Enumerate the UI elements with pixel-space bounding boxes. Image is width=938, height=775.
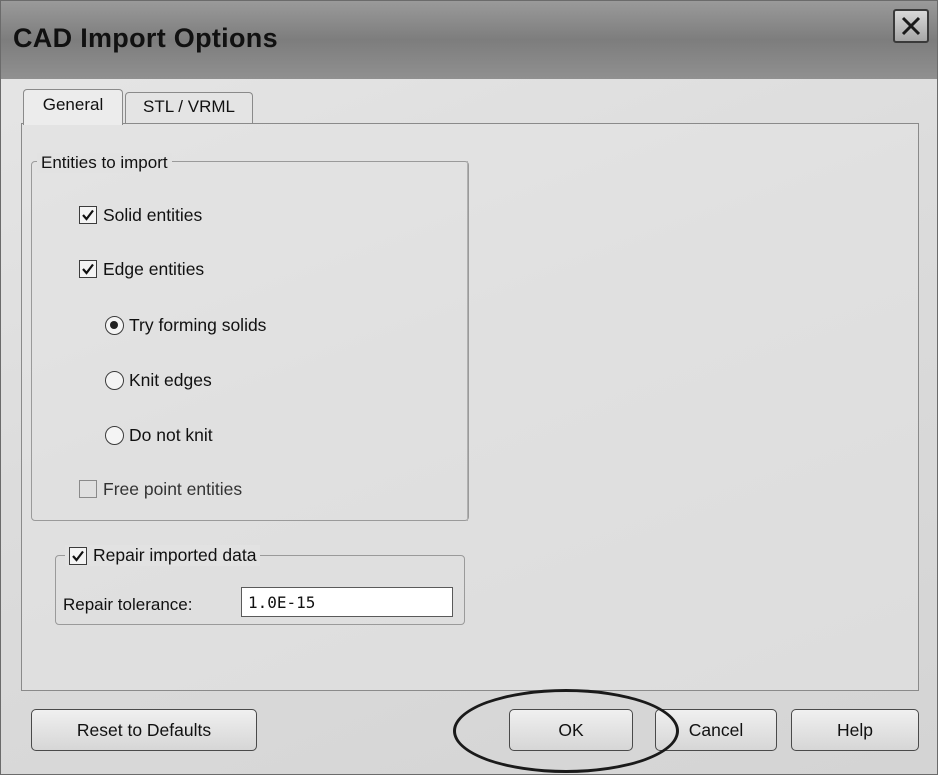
window-title: CAD Import Options bbox=[13, 23, 278, 53]
try-forming-solids-option[interactable]: Try forming solids bbox=[105, 311, 266, 339]
repair-imported-data-label: Repair imported data bbox=[93, 545, 257, 565]
checkmark-icon bbox=[82, 263, 94, 275]
repair-imported-data-option[interactable]: Repair imported data bbox=[65, 545, 261, 566]
edge-entities-option[interactable]: Edge entities bbox=[79, 255, 204, 283]
try-forming-solids-radio[interactable] bbox=[105, 315, 124, 335]
entities-group-legend: Entities to import bbox=[37, 153, 172, 173]
repair-tolerance-label: Repair tolerance: bbox=[63, 595, 193, 614]
close-icon bbox=[901, 16, 921, 36]
ok-button[interactable]: OK bbox=[509, 709, 633, 751]
free-point-entities-checkbox[interactable] bbox=[79, 480, 97, 498]
solid-entities-checkbox[interactable] bbox=[79, 206, 97, 224]
do-not-knit-radio[interactable] bbox=[105, 425, 124, 445]
do-not-knit-label: Do not knit bbox=[129, 424, 213, 445]
solid-entities-label: Solid entities bbox=[103, 204, 203, 225]
reset-to-defaults-button[interactable]: Reset to Defaults bbox=[31, 709, 257, 751]
repair-tolerance-input[interactable] bbox=[241, 587, 453, 617]
tab-stl-vrml[interactable]: STL / VRML bbox=[125, 92, 253, 123]
try-forming-solids-label: Try forming solids bbox=[129, 314, 267, 335]
group-divider bbox=[467, 161, 468, 521]
close-button[interactable] bbox=[893, 9, 929, 43]
edge-entities-checkbox[interactable] bbox=[79, 260, 97, 278]
free-point-entities-option[interactable]: Free point entities bbox=[79, 475, 242, 503]
solid-entities-option[interactable]: Solid entities bbox=[79, 201, 202, 229]
help-button[interactable]: Help bbox=[791, 709, 919, 751]
edge-entities-label: Edge entities bbox=[103, 258, 205, 279]
checkmark-icon bbox=[72, 550, 84, 562]
title-bar[interactable]: CAD Import Options bbox=[1, 1, 937, 79]
checkmark-icon bbox=[82, 209, 94, 221]
cad-import-options-dialog: CAD Import Options General STL / VRML En… bbox=[0, 0, 938, 775]
knit-edges-radio[interactable] bbox=[105, 370, 124, 390]
knit-edges-label: Knit edges bbox=[129, 369, 212, 390]
free-point-entities-label: Free point entities bbox=[103, 478, 243, 499]
tab-general[interactable]: General bbox=[23, 89, 123, 125]
repair-imported-data-checkbox[interactable] bbox=[69, 546, 87, 565]
do-not-knit-option[interactable]: Do not knit bbox=[105, 421, 213, 449]
cancel-button[interactable]: Cancel bbox=[655, 709, 777, 751]
knit-edges-option[interactable]: Knit edges bbox=[105, 366, 212, 394]
